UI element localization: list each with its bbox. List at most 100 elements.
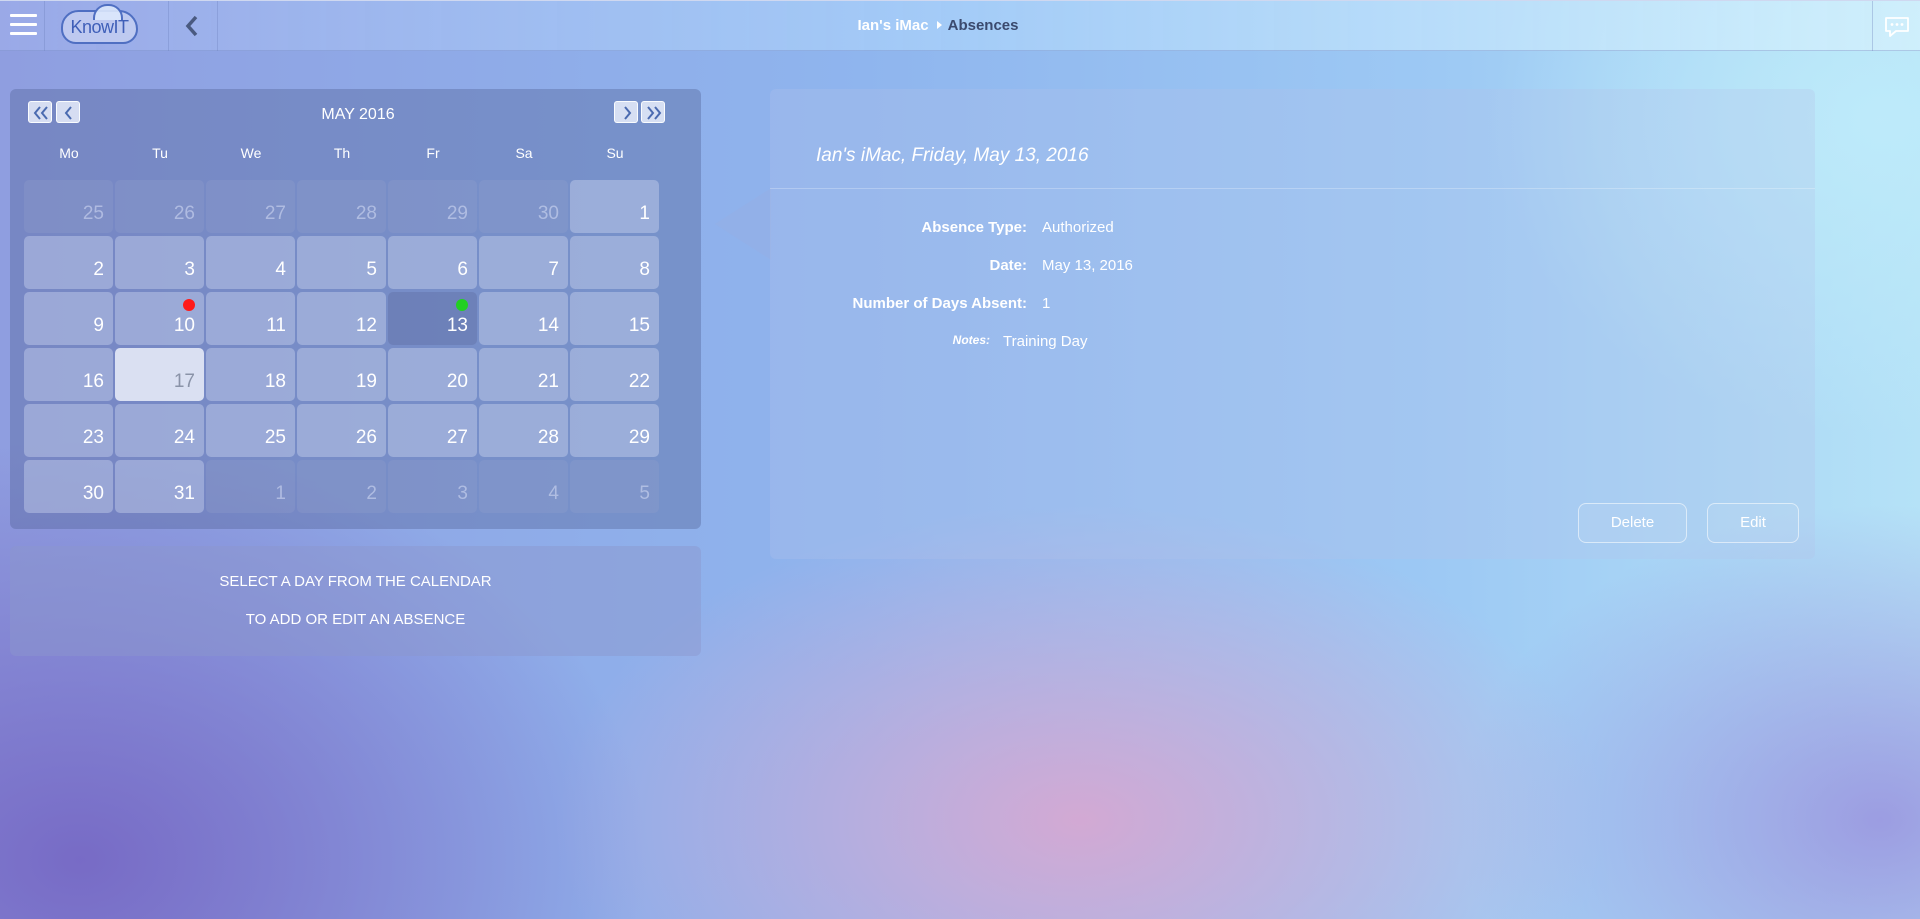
calendar-day-cell[interactable]: 24 [115,404,204,457]
chat-bubble-icon [1885,17,1909,37]
day-number: 30 [82,483,104,504]
day-number: 12 [355,315,377,336]
calendar-day-cell[interactable]: 7 [479,236,568,289]
day-number: 30 [537,203,559,224]
calendar-day-cell[interactable]: 27 [388,404,477,457]
day-number: 9 [93,315,104,336]
day-number: 20 [446,371,468,392]
day-number: 22 [628,371,650,392]
weekday-label: Sa [515,145,533,161]
double-chevron-right-icon [647,106,662,120]
calendar-day-cell[interactable]: 30 [479,180,568,233]
day-number: 19 [355,371,377,392]
day-number: 2 [93,259,104,280]
calendar-day-cell[interactable]: 18 [206,348,295,401]
calendar-day-cell[interactable]: 29 [388,180,477,233]
day-number: 28 [537,427,559,448]
calendar-day-cell[interactable]: 29 [570,404,659,457]
day-number: 5 [366,259,377,280]
day-number: 18 [264,371,286,392]
day-number: 4 [275,259,286,280]
calendar-day-cell[interactable]: 2 [297,460,386,513]
calendar-day-cell[interactable]: 5 [570,460,659,513]
days-absent-value: 1 [1042,295,1051,312]
calendar-day-cell[interactable]: 15 [570,292,659,345]
calendar-day-cell[interactable]: 1 [206,460,295,513]
day-number: 28 [355,203,377,224]
day-number: 13 [446,315,468,336]
calendar-day-cell[interactable]: 1 [570,180,659,233]
day-number: 14 [537,315,559,336]
calendar-day-cell[interactable]: 4 [206,236,295,289]
date-label: Date: [989,257,1027,274]
date-value: May 13, 2016 [1042,257,1133,274]
day-number: 25 [264,427,286,448]
hint-line-2: TO ADD OR EDIT AN ABSENCE [245,611,466,628]
weekday-label: Th [333,145,351,161]
calendar-day-cell[interactable]: 26 [115,180,204,233]
delete-button[interactable]: Delete [1578,503,1687,543]
calendar-day-cell[interactable]: 8 [570,236,659,289]
edit-button[interactable]: Edit [1707,503,1799,543]
chat-button[interactable] [1873,1,1920,51]
day-number: 17 [173,371,195,392]
calendar-day-cell[interactable]: 20 [388,348,477,401]
calendar-day-cell[interactable]: 13 [388,292,477,345]
weekday-label: Su [606,145,624,161]
notes-value: Training Day [1003,333,1088,350]
day-number: 21 [537,371,559,392]
calendar-day-cell[interactable]: 22 [570,348,659,401]
day-number: 1 [275,483,286,504]
calendar-day-cell[interactable]: 27 [206,180,295,233]
calendar-day-cell[interactable]: 30 [24,460,113,513]
day-number: 27 [264,203,286,224]
calendar-day-cell[interactable]: 21 [479,348,568,401]
breadcrumb-host[interactable]: Ian's iMac [858,17,929,34]
days-absent-label: Number of Days Absent: [852,295,1027,312]
day-number: 2 [366,483,377,504]
calendar-day-cell[interactable]: 28 [297,180,386,233]
day-number: 27 [446,427,468,448]
divider [770,188,1815,189]
calendar-day-cell[interactable]: 28 [479,404,568,457]
calendar-panel: MAY 2016 Mo Tu We Th Fr Sa Su 25 26 27 28 29 30 1 2 3 4… [10,89,701,529]
weekday-label: Tu [152,145,168,161]
calendar-day-cell[interactable]: 2 [24,236,113,289]
chevron-right-icon [624,106,632,120]
breadcrumb: Ian's iMac Absences [0,17,1876,34]
absence-type-label: Absence Type: [921,219,1027,236]
calendar-day-cell[interactable]: 12 [297,292,386,345]
day-number: 5 [639,483,650,504]
day-number: 23 [82,427,104,448]
weekday-label: Mo [59,145,79,161]
breadcrumb-current: Absences [947,17,1019,34]
calendar-day-cell[interactable]: 19 [297,348,386,401]
calendar-day-cell[interactable]: 25 [206,404,295,457]
calendar-day-cell[interactable]: 5 [297,236,386,289]
calendar-day-cell[interactable]: 25 [24,180,113,233]
calendar-day-cell[interactable]: 3 [115,236,204,289]
calendar-day-cell[interactable]: 6 [388,236,477,289]
absence-detail-panel: Ian's iMac, Friday, May 13, 2016 Absence… [770,89,1815,559]
next-year-button[interactable] [641,101,665,123]
calendar-day-cell[interactable]: 23 [24,404,113,457]
day-number: 15 [628,315,650,336]
absence-indicator-dot [183,299,195,311]
month-title: MAY 2016 [321,106,395,123]
next-month-button[interactable] [614,101,638,123]
calendar-day-cell[interactable]: 4 [479,460,568,513]
calendar-day-cell[interactable]: 11 [206,292,295,345]
calendar-day-cell[interactable]: 14 [479,292,568,345]
day-number: 3 [457,483,468,504]
calendar-day-cell[interactable]: 10 [115,292,204,345]
calendar-day-cell[interactable]: 17 [115,348,204,401]
calendar-day-cell[interactable]: 16 [24,348,113,401]
hint-line-1: SELECT A DAY FROM THE CALENDAR [219,573,492,590]
day-number: 4 [548,483,559,504]
calendar-day-cell[interactable]: 9 [24,292,113,345]
calendar-day-cell[interactable]: 31 [115,460,204,513]
day-number: 16 [82,371,104,392]
day-number: 29 [628,427,650,448]
calendar-day-cell[interactable]: 3 [388,460,477,513]
calendar-day-cell[interactable]: 26 [297,404,386,457]
